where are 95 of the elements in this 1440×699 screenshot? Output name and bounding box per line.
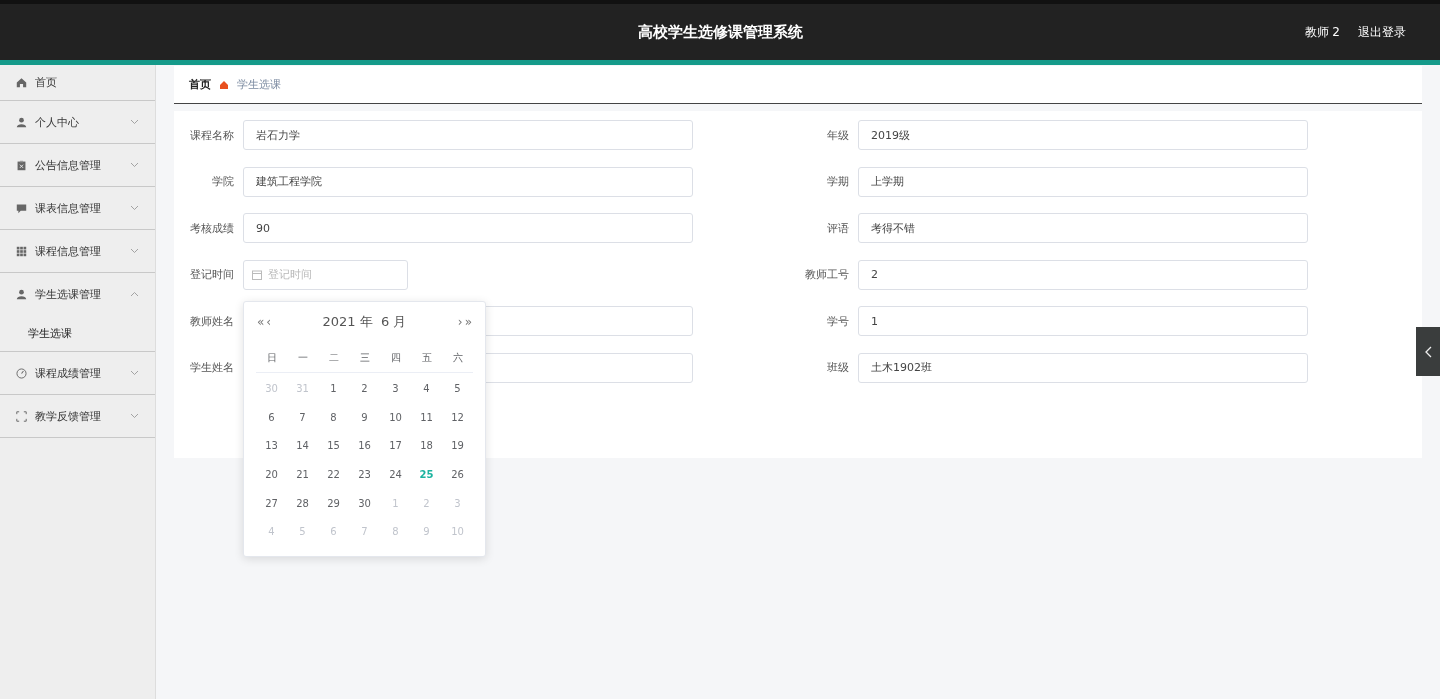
field-label: 年级 bbox=[826, 127, 849, 143]
user-icon bbox=[16, 116, 27, 128]
chevron-down-icon bbox=[130, 119, 139, 125]
text-field[interactable]: 岩石力学 bbox=[243, 120, 693, 150]
sidebar-item[interactable]: 课程成绩管理 bbox=[0, 352, 155, 395]
text-field[interactable]: 建筑工程学院 bbox=[243, 166, 693, 197]
sidebar-item[interactable]: 教学反馈管理 bbox=[0, 395, 155, 438]
breadcrumb-link[interactable]: 首页 bbox=[189, 77, 211, 92]
logout-link[interactable]: 退出登录 bbox=[1358, 23, 1406, 41]
calendar-day[interactable]: 4 bbox=[411, 383, 442, 395]
weekday-label: 二 bbox=[327, 350, 340, 365]
home-icon bbox=[16, 77, 27, 88]
chevron-down-icon bbox=[130, 370, 139, 376]
weekday-label: 四 bbox=[389, 350, 402, 365]
clipboard-icon bbox=[16, 159, 27, 171]
sidebar-item[interactable]: 首页 bbox=[0, 65, 155, 101]
calendar-day[interactable]: 21 bbox=[287, 469, 318, 481]
next-month-button[interactable]: › bbox=[456, 314, 464, 329]
calendar-day[interactable]: 15 bbox=[318, 440, 349, 452]
calendar-day[interactable]: 26 bbox=[442, 469, 473, 481]
text-field[interactable]: 上学期 bbox=[858, 166, 1308, 197]
calendar-icon bbox=[252, 269, 262, 280]
previous-month-button[interactable]: ‹ bbox=[265, 314, 273, 329]
sidebar-item[interactable]: 学生选课管理 bbox=[0, 273, 155, 315]
chat-icon bbox=[16, 202, 27, 214]
calendar-day[interactable]: 1 bbox=[318, 383, 349, 395]
field-label: 学院 bbox=[211, 174, 234, 189]
calendar-day[interactable]: 6 bbox=[256, 411, 287, 423]
collapse-handle[interactable] bbox=[1416, 327, 1440, 376]
calendar-day[interactable]: 24 bbox=[380, 469, 411, 481]
calendar-day[interactable]: 5 bbox=[442, 383, 473, 395]
field-label: 学生姓名 bbox=[189, 360, 234, 375]
calendar-day[interactable]: 13 bbox=[256, 440, 287, 452]
calendar-day[interactable]: 20 bbox=[256, 469, 287, 481]
calendar-day[interactable]: 9 bbox=[349, 411, 380, 423]
weekday-label: 三 bbox=[358, 350, 371, 365]
sidebar-item[interactable]: 公告信息管理 bbox=[0, 144, 155, 187]
calendar-day[interactable]: 22 bbox=[318, 469, 349, 481]
home-icon bbox=[219, 79, 229, 90]
field-label: 课程名称 bbox=[189, 127, 234, 143]
gauge-icon bbox=[16, 367, 27, 379]
calendar-day[interactable]: 19 bbox=[442, 440, 473, 452]
previous-year-button[interactable]: « bbox=[256, 314, 266, 329]
field-label: 评语 bbox=[826, 220, 849, 236]
field-label: 考核成绩 bbox=[189, 220, 234, 236]
weekday-label: 六 bbox=[451, 350, 464, 365]
field-label: 教师姓名 bbox=[189, 313, 234, 329]
text-field[interactable]: 1 bbox=[858, 306, 1308, 336]
weekday-label: 日 bbox=[265, 350, 278, 365]
weekday-label: 五 bbox=[420, 350, 433, 365]
user-icon bbox=[16, 288, 27, 300]
sidebar-item[interactable]: 课程信息管理 bbox=[0, 230, 155, 273]
calendar-day[interactable]: 3 bbox=[380, 383, 411, 395]
chevron-left-icon bbox=[1424, 345, 1432, 358]
text-field[interactable]: 考得不错 bbox=[858, 213, 1308, 243]
frame-icon bbox=[16, 410, 27, 422]
weekday-label: 一 bbox=[296, 350, 309, 365]
calendar-day[interactable]: 17 bbox=[380, 440, 411, 452]
calendar-day[interactable]: 27 bbox=[256, 497, 287, 509]
calendar-day[interactable]: 11 bbox=[411, 411, 442, 423]
chevron-up-icon bbox=[130, 291, 139, 297]
text-field[interactable]: 2 bbox=[858, 259, 1308, 290]
chevron-down-icon bbox=[130, 205, 139, 211]
text-field[interactable]: 2019级 bbox=[858, 120, 1308, 150]
calendar-day[interactable]: 7 bbox=[287, 411, 318, 423]
calendar-day[interactable]: 18 bbox=[411, 440, 442, 452]
month-title: 2021 年 6 月 bbox=[321, 312, 408, 331]
chevron-down-icon bbox=[130, 413, 139, 419]
app-title: 高校学生选修课管理系统 bbox=[637, 22, 803, 42]
calendar-day[interactable]: 12 bbox=[442, 411, 473, 423]
field-label: 登记时间 bbox=[189, 267, 234, 282]
field-label: 班级 bbox=[826, 360, 849, 375]
field-label: 学期 bbox=[826, 174, 849, 189]
user-name: 教师 2 bbox=[1304, 23, 1340, 41]
grid-icon bbox=[16, 245, 27, 257]
calendar-day[interactable]: 28 bbox=[287, 497, 318, 509]
calendar-day[interactable]: 29 bbox=[318, 497, 349, 509]
field-label: 学号 bbox=[826, 313, 849, 329]
calendar-day[interactable]: 8 bbox=[318, 411, 349, 423]
calendar-day[interactable]: 2 bbox=[349, 383, 380, 395]
field-label: 教师工号 bbox=[804, 267, 849, 282]
submenu-item[interactable]: 学生选课 bbox=[0, 315, 155, 352]
calendar-day[interactable]: 23 bbox=[349, 469, 380, 481]
chevron-down-icon bbox=[130, 162, 139, 168]
sidebar-item[interactable]: 课表信息管理 bbox=[0, 187, 155, 230]
calendar-day[interactable]: 10 bbox=[380, 411, 411, 423]
text-field[interactable]: 土木1902班 bbox=[858, 352, 1308, 383]
calendar-day[interactable]: 30 bbox=[349, 497, 380, 509]
chevron-down-icon bbox=[130, 248, 139, 254]
sidebar-item[interactable]: 个人中心 bbox=[0, 101, 155, 144]
text-field[interactable]: 90 bbox=[243, 213, 693, 243]
calendar-day[interactable]: 14 bbox=[287, 440, 318, 452]
next-year-button[interactable]: » bbox=[463, 314, 473, 329]
breadcrumb-current: 学生选课 bbox=[237, 77, 281, 92]
calendar-day[interactable]: 16 bbox=[349, 440, 380, 452]
